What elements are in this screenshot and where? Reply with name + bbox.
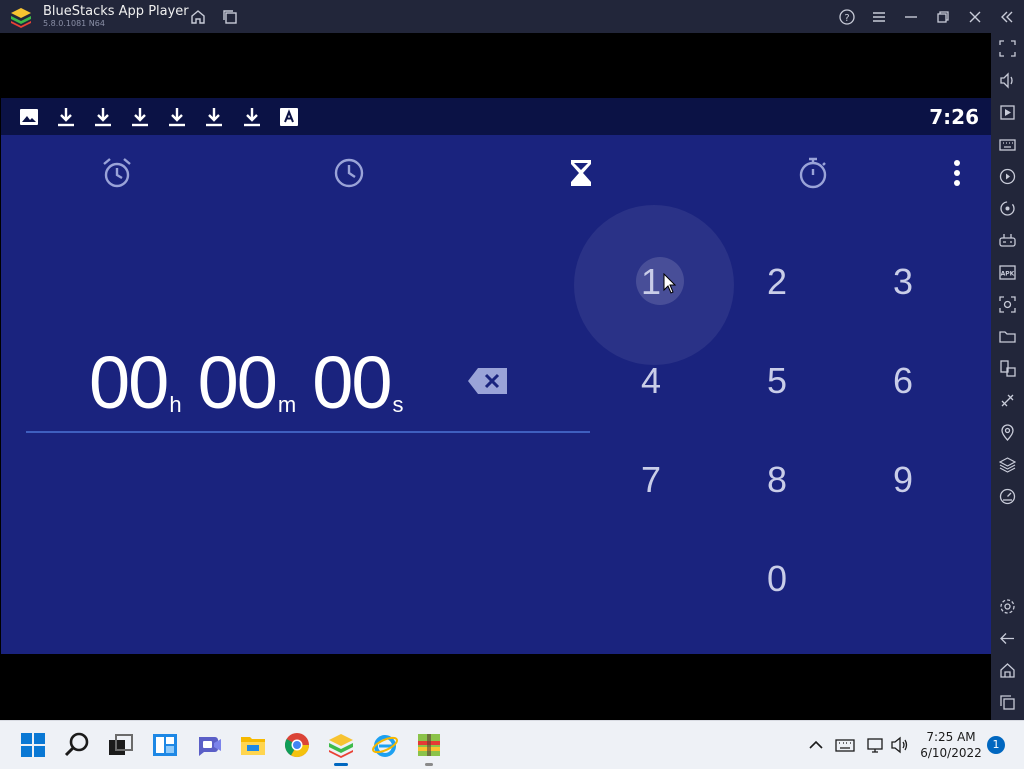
widgets-icon[interactable]	[151, 731, 179, 759]
mouse-cursor-icon	[663, 272, 677, 295]
image-icon	[19, 107, 39, 127]
bluestacks-taskbar-icon[interactable]	[327, 731, 355, 759]
alarm-icon	[103, 158, 131, 188]
active-app-indicator	[334, 763, 348, 766]
home-icon[interactable]	[189, 8, 207, 26]
bluestacks-logo-icon	[10, 6, 32, 28]
chrome-icon[interactable]	[283, 731, 311, 759]
back-icon[interactable]	[999, 630, 1016, 647]
keyboard-icon[interactable]	[999, 136, 1016, 153]
close-icon[interactable]	[966, 8, 984, 26]
teams-chat-icon[interactable]	[195, 731, 223, 759]
speaker-icon[interactable]	[890, 735, 910, 755]
collapse-sidebar-icon[interactable]	[998, 8, 1016, 26]
fullscreen-icon[interactable]	[999, 40, 1016, 57]
key-4[interactable]: 4	[621, 351, 681, 411]
taskbar-time[interactable]: 7:25 AM	[923, 730, 979, 744]
media-icon[interactable]	[999, 104, 1016, 121]
key-7[interactable]: 7	[621, 450, 681, 510]
android-screen: 7:26 00 h 00 m 00 s 1 2 3 4 5 6 7 8 9 0	[1, 33, 991, 720]
restore-icon[interactable]	[934, 8, 952, 26]
timer-display: 00 h 00 m 00 s	[89, 340, 420, 420]
window-version: 5.8.0.1081 N64	[43, 19, 105, 28]
tab-clock[interactable]	[329, 153, 369, 193]
running-app-indicator	[425, 763, 433, 766]
timer-hours: 00	[89, 341, 169, 424]
screenshot-icon[interactable]	[999, 296, 1016, 313]
download-icon	[56, 107, 76, 127]
key-5[interactable]: 5	[747, 351, 807, 411]
show-hidden-icons-icon[interactable]	[806, 735, 826, 755]
title-bar: BlueStacks App Player 5.8.0.1081 N64 ?	[0, 0, 1024, 33]
download-icon	[130, 107, 150, 127]
key-3[interactable]: 3	[873, 252, 933, 312]
network-icon[interactable]	[865, 735, 885, 755]
archive-app-icon[interactable]	[415, 731, 443, 759]
task-view-icon[interactable]	[107, 731, 135, 759]
macro-icon[interactable]	[999, 168, 1016, 185]
location-icon[interactable]	[999, 424, 1016, 441]
backspace-button[interactable]	[467, 367, 509, 395]
timer-hours-unit: h	[169, 392, 182, 417]
key-9[interactable]: 9	[873, 450, 933, 510]
timer-minutes: 00	[197, 341, 278, 424]
start-icon[interactable]	[19, 731, 47, 759]
tab-timer[interactable]	[561, 153, 601, 193]
windows-taskbar: 7:25 AM 6/10/2022 1	[0, 720, 1024, 769]
volume-icon[interactable]	[999, 72, 1016, 89]
hourglass-icon	[571, 160, 591, 186]
timer-underline	[26, 431, 590, 433]
bluestacks-sidebar: APK	[991, 33, 1024, 720]
android-status-bar: 7:26	[1, 98, 991, 135]
recent-apps-icon[interactable]	[999, 694, 1016, 711]
font-icon	[279, 107, 299, 127]
svg-text:?: ?	[844, 13, 849, 24]
clock-icon	[334, 158, 364, 188]
apk-icon[interactable]: APK	[999, 264, 1016, 281]
key-2[interactable]: 2	[747, 252, 807, 312]
key-8[interactable]: 8	[747, 450, 807, 510]
eco-mode-icon[interactable]	[999, 392, 1016, 409]
multi-instance-icon[interactable]	[221, 8, 239, 26]
help-icon[interactable]: ?	[838, 8, 856, 26]
timer-seconds: 00	[312, 341, 392, 424]
internet-explorer-icon[interactable]	[371, 731, 399, 759]
key-6[interactable]: 6	[873, 351, 933, 411]
download-icon	[204, 107, 224, 127]
notification-badge[interactable]: 1	[987, 736, 1005, 754]
download-icon	[167, 107, 187, 127]
clock-app: 00 h 00 m 00 s 1 2 3 4 5 6 7 8 9 0	[1, 135, 991, 654]
window-title: BlueStacks App Player	[43, 4, 189, 19]
folder-icon[interactable]	[999, 328, 1016, 345]
multi-window-icon[interactable]	[999, 360, 1016, 377]
android-home-icon[interactable]	[999, 662, 1016, 679]
timer-minutes-unit: m	[277, 392, 297, 417]
settings-icon[interactable]	[999, 598, 1016, 615]
input-keyboard-icon[interactable]	[835, 735, 855, 755]
sync-icon[interactable]	[999, 200, 1016, 217]
file-explorer-icon[interactable]	[239, 731, 267, 759]
taskbar-date[interactable]: 6/10/2022	[917, 746, 985, 760]
overflow-menu-icon[interactable]	[947, 157, 967, 189]
tab-stopwatch[interactable]	[793, 153, 833, 193]
backspace-icon	[468, 368, 507, 394]
gamepad-icon[interactable]	[999, 232, 1016, 249]
tab-alarm[interactable]	[97, 153, 137, 193]
stopwatch-icon	[799, 157, 827, 189]
download-icon	[242, 107, 262, 127]
svg-text:APK: APK	[1001, 271, 1015, 278]
layers-icon[interactable]	[998, 456, 1017, 473]
performance-icon[interactable]	[999, 488, 1016, 505]
key-0[interactable]: 0	[747, 549, 807, 609]
download-icon	[93, 107, 113, 127]
status-time: 7:26	[929, 105, 979, 129]
minimize-icon[interactable]	[902, 8, 920, 26]
search-icon[interactable]	[63, 731, 91, 759]
timer-seconds-unit: s	[392, 392, 404, 417]
menu-icon[interactable]	[870, 8, 888, 26]
